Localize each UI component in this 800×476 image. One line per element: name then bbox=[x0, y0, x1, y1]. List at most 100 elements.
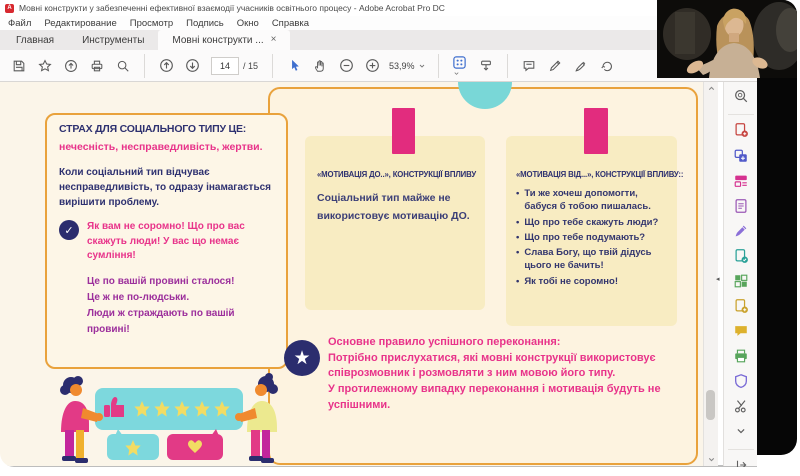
menu-item[interactable]: Подпись bbox=[186, 18, 224, 29]
tab[interactable]: Инструменты × bbox=[68, 30, 158, 50]
collapse-tools-panel[interactable] bbox=[728, 449, 754, 467]
export-pdf-tool[interactable] bbox=[728, 196, 754, 221]
doc-badge-plus-icon bbox=[733, 298, 749, 319]
tab-label: Инструменты bbox=[82, 35, 144, 46]
select-tool-button[interactable] bbox=[281, 54, 307, 78]
tab-close-icon[interactable]: × bbox=[271, 35, 277, 45]
menu-item[interactable]: Файл bbox=[8, 18, 31, 29]
bullet-item: • Як тобі не соромно! bbox=[516, 275, 667, 288]
menu-item[interactable]: Окно bbox=[237, 18, 259, 29]
combine-files-tool[interactable] bbox=[728, 146, 754, 171]
pink-tape-decoration bbox=[392, 108, 415, 154]
fear-box: СТРАХ ДЛЯ СОЦІАЛЬНОГО ТИПУ ЦЕ: нечесніст… bbox=[45, 113, 288, 369]
rule-title: Основне правило успішного переконання: bbox=[328, 334, 700, 351]
comment-tool[interactable] bbox=[728, 321, 754, 346]
bullet-dot: • bbox=[516, 246, 519, 273]
next-page-button[interactable] bbox=[179, 54, 205, 78]
feedback-illustration bbox=[45, 372, 290, 466]
menu-item[interactable]: Редактирование bbox=[44, 18, 116, 29]
motivation-to-title: «МОТИВАЦІЯ ДО..», КОНСТРУКЦІЇ ВПЛИВУ bbox=[317, 170, 473, 179]
circle-down-icon bbox=[185, 58, 200, 73]
rule-block: Основне правило успішного переконання: П… bbox=[328, 334, 700, 414]
tab[interactable]: Мовні конструкти ... × bbox=[158, 30, 290, 50]
scissors-icon bbox=[733, 398, 749, 419]
compress-pdf-tool[interactable] bbox=[728, 296, 754, 321]
previous-page-button[interactable] bbox=[153, 54, 179, 78]
comment-button[interactable] bbox=[516, 54, 542, 78]
hand-tool-button[interactable] bbox=[307, 54, 333, 78]
search-tool[interactable] bbox=[728, 86, 754, 111]
upload-icon bbox=[64, 59, 78, 73]
main-area: «МОТИВАЦІЯ ДО..», КОНСТРУКЦІЇ ВПЛИВУ Соц… bbox=[0, 82, 757, 466]
motivation-from-title: «МОТИВАЦІЯ ВІД...», КОНСТРУКЦІЇ ВПЛИВУ:: bbox=[516, 170, 667, 179]
fear-quote: Як вам не соромно! Що про вас скажуть лю… bbox=[87, 220, 274, 264]
create-pdf-tool[interactable] bbox=[728, 114, 754, 146]
fear-examples: Це по вашій провині сталося!Це ж не по-л… bbox=[87, 274, 274, 338]
tools-sidebar bbox=[723, 82, 757, 466]
zoom-level-display: 53,9% bbox=[389, 61, 415, 71]
edit-pdf-tool[interactable] bbox=[728, 171, 754, 196]
doc-lines-icon bbox=[733, 198, 749, 219]
tools-chevron-down[interactable] bbox=[728, 421, 754, 446]
fill-sign-tool[interactable] bbox=[728, 221, 754, 246]
pencil-tool-button[interactable] bbox=[542, 54, 568, 78]
scroll-down-icon[interactable] bbox=[704, 455, 718, 464]
pencil-icon bbox=[548, 59, 562, 73]
panel-collapse-arrow-icon[interactable]: ◂ bbox=[716, 270, 723, 288]
star-badge-icon: ★ bbox=[284, 340, 320, 376]
present-icon bbox=[479, 59, 493, 73]
sign-button[interactable] bbox=[568, 54, 594, 78]
scroll-up-icon[interactable] bbox=[704, 84, 718, 93]
tab-label: Главная bbox=[16, 35, 54, 46]
check-badge-icon: ✓ bbox=[59, 220, 79, 240]
zoom-in-button[interactable] bbox=[359, 54, 385, 78]
page-display-button[interactable] bbox=[447, 54, 473, 78]
rule-line: Потрібно прислухатися, які мовні констру… bbox=[328, 351, 700, 383]
doc-badge-plus-icon bbox=[733, 122, 749, 143]
page-number-input[interactable]: 14 bbox=[211, 57, 239, 75]
window-title: Мовні конструкти у забезпеченні ефективн… bbox=[19, 3, 445, 13]
stamp-icon bbox=[600, 59, 614, 73]
printer-fill-icon bbox=[733, 348, 749, 369]
stamp-tool-button[interactable] bbox=[594, 54, 620, 78]
bullet-dot: • bbox=[516, 275, 519, 288]
pen-fill-icon bbox=[733, 223, 749, 244]
shield-icon bbox=[733, 373, 749, 394]
print-button[interactable] bbox=[84, 54, 110, 78]
find-button[interactable] bbox=[110, 54, 136, 78]
example-line: Це по вашій провині сталося! bbox=[87, 274, 274, 290]
scrollbar-thumb[interactable] bbox=[706, 390, 715, 420]
menu-item[interactable]: Просмотр bbox=[130, 18, 173, 29]
more-tools[interactable] bbox=[728, 396, 754, 421]
fear-body: Коли соціальний тип відчуває несправедли… bbox=[59, 165, 274, 210]
magnifier-icon bbox=[116, 59, 130, 73]
pointer-icon bbox=[288, 59, 301, 72]
menu-item[interactable]: Справка bbox=[272, 18, 309, 29]
menu-bar: Файл Редактирование Просмотр Подпись Окно Спр… bbox=[0, 16, 757, 30]
protect-tool[interactable] bbox=[728, 371, 754, 396]
page-indicator: 14 / 15 bbox=[211, 57, 258, 75]
toolbar-view-group bbox=[272, 54, 385, 78]
bullet-item: • Що про тебе скажуть люди? bbox=[516, 216, 667, 229]
toolbar-file-group bbox=[6, 54, 136, 78]
tab[interactable]: Главная × bbox=[2, 30, 68, 50]
presenter-video bbox=[657, 0, 797, 78]
zoom-control[interactable]: 53,9% bbox=[389, 57, 426, 75]
chevron-down-icon bbox=[734, 424, 748, 443]
acrobat-app-icon: A bbox=[5, 4, 14, 13]
organize-pages-tool[interactable] bbox=[728, 271, 754, 296]
document-pane: «МОТИВАЦІЯ ДО..», КОНСТРУКЦІЇ ВПЛИВУ Соц… bbox=[0, 82, 703, 466]
favorites-star-button[interactable] bbox=[32, 54, 58, 78]
reading-mode-button[interactable] bbox=[473, 54, 499, 78]
page-total-label: / 15 bbox=[243, 61, 258, 71]
shared-screen-frame: A Мовні конструкти у забезпеченні ефекти… bbox=[0, 0, 797, 467]
share-upload-button[interactable] bbox=[58, 54, 84, 78]
request-signatures-tool[interactable] bbox=[728, 246, 754, 271]
print-production-tool[interactable] bbox=[728, 346, 754, 371]
zoom-out-button[interactable] bbox=[333, 54, 359, 78]
toolbar-mode-group bbox=[438, 54, 499, 78]
toolbar: 14 / 15 53,9% bbox=[0, 50, 757, 82]
zoom-dropdown-caret-icon[interactable] bbox=[418, 57, 426, 75]
save-button[interactable] bbox=[6, 54, 32, 78]
pageview-icon bbox=[452, 55, 467, 77]
